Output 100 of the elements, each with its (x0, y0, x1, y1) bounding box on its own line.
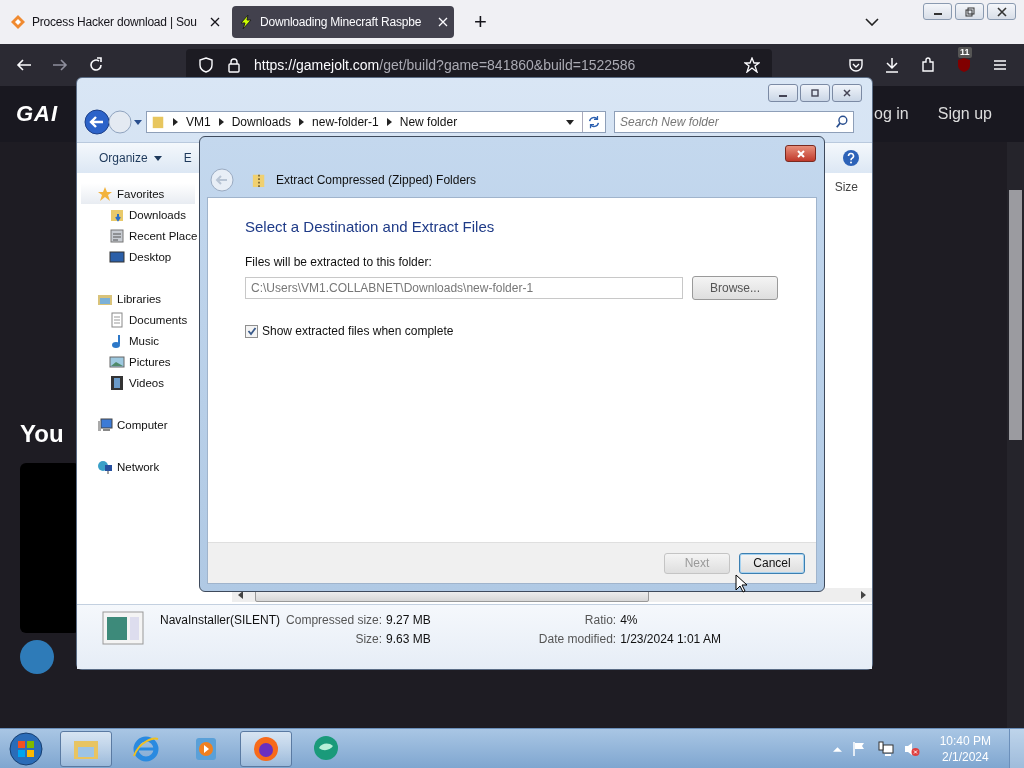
caret-icon (153, 155, 162, 161)
nav-item[interactable]: Network (81, 456, 195, 477)
field-label: Files will be extracted to this folder: (245, 255, 433, 269)
breadcrumb-bar[interactable]: VM1 Downloads new-folder-1 New folder (146, 111, 606, 133)
nav-item[interactable]: Videos (81, 372, 195, 393)
document-icon (109, 311, 125, 328)
dialog-button[interactable]: Cancel (739, 552, 805, 574)
scroll-right-icon[interactable] (861, 591, 866, 599)
nav-item[interactable]: Recent Place (81, 225, 195, 246)
forward-icon[interactable] (52, 57, 68, 73)
detail-label: Size: (354, 632, 383, 646)
nav-item[interactable]: Computer (81, 414, 195, 435)
breadcrumb-item[interactable]: New folder (399, 115, 458, 129)
column-header[interactable]: Size (834, 180, 858, 194)
nav-item[interactable]: Downloads (81, 204, 195, 225)
close-button[interactable] (785, 145, 816, 162)
download-icon[interactable] (884, 57, 900, 73)
menu-icon[interactable] (992, 57, 1008, 73)
browse-button[interactable]: Browse... (692, 276, 778, 300)
star-icon[interactable] (744, 57, 760, 73)
nav-item[interactable]: Libraries (81, 288, 195, 309)
detail-label: Date modified: (538, 632, 617, 646)
nav-item[interactable]: Documents (81, 309, 195, 330)
breadcrumb-item[interactable]: VM1 (186, 115, 211, 129)
back-icon[interactable] (16, 57, 32, 73)
search-field[interactable]: Search New folder (614, 111, 854, 133)
dropdown-arrow-icon[interactable] (566, 119, 574, 125)
nav-item[interactable]: Desktop (81, 246, 195, 267)
start-button[interactable] (8, 730, 44, 767)
network-icon[interactable] (877, 740, 894, 757)
chevron-right-icon[interactable] (299, 118, 305, 126)
refresh-icon (587, 115, 601, 129)
site-logo[interactable]: GAI (16, 101, 59, 127)
close-button[interactable] (832, 84, 862, 102)
detail-value: 4% (620, 613, 639, 627)
destination-field[interactable]: C:\Users\VM1.COLLABNET\Downloads\new-folder-1 (245, 277, 683, 299)
scrollbar-thumb[interactable] (1009, 190, 1022, 440)
new-tab-button[interactable]: + (474, 11, 487, 33)
scrollbar[interactable] (1007, 142, 1024, 728)
close-icon (795, 148, 806, 159)
maximize-button[interactable] (800, 84, 830, 102)
puzzle-icon[interactable] (920, 57, 936, 73)
nav-item[interactable]: Music (81, 330, 195, 351)
chevron-right-icon[interactable] (386, 118, 392, 126)
maximize-icon (810, 88, 820, 98)
diamond-icon (10, 14, 26, 30)
dropdown-arrow-icon[interactable] (134, 119, 142, 125)
nav-item[interactable]: Favorites (81, 183, 195, 204)
breadcrumb-item[interactable]: Downloads (231, 115, 292, 129)
shield-icon[interactable] (198, 57, 214, 73)
star-icon (97, 185, 113, 202)
folder-icon (151, 114, 165, 130)
signup-link[interactable]: Sign up (937, 105, 992, 123)
chevron-right-icon[interactable] (173, 118, 178, 126)
checkbox-label[interactable]: Show extracted files when complete (245, 324, 779, 338)
detail-label: Ratio: (583, 613, 617, 627)
nav-item[interactable]: Pictures (81, 351, 195, 372)
tab-title: Process Hacker download | Sou (32, 15, 198, 29)
close-icon (996, 6, 1007, 17)
help-icon[interactable] (842, 149, 860, 167)
zip-folder-icon (252, 172, 266, 188)
login-link[interactable]: og in (874, 105, 909, 123)
detail-label: Compressed size: (286, 613, 383, 627)
taskbar-button[interactable] (60, 730, 112, 767)
picture-icon (109, 353, 125, 370)
muted-speaker-icon[interactable] (903, 740, 920, 757)
close-icon (842, 88, 852, 98)
minimize-icon (933, 13, 942, 15)
scroll-left-icon[interactable] (238, 591, 243, 599)
minimize-icon (779, 94, 787, 97)
back-button[interactable] (84, 109, 110, 135)
clock-time: 10:40 PM (939, 733, 991, 748)
reload-icon[interactable] (88, 57, 104, 73)
lightning-icon (238, 14, 254, 30)
chevron-down-icon[interactable] (864, 18, 879, 26)
recent-places-icon (109, 227, 125, 244)
dialog-heading: Select a Destination and Extract Files (245, 218, 496, 235)
close-icon[interactable] (210, 17, 220, 27)
taskbar-button[interactable] (240, 730, 292, 767)
minimize-button[interactable] (923, 3, 952, 20)
minimize-button[interactable] (768, 84, 798, 102)
toolbar-button[interactable]: Organize (99, 151, 164, 165)
breadcrumb-item[interactable]: new-folder-1 (312, 115, 379, 129)
search-icon (835, 115, 849, 129)
lock-icon[interactable] (226, 57, 242, 73)
close-button[interactable] (987, 3, 1016, 20)
pocket-icon[interactable] (848, 57, 864, 73)
computer-icon (97, 416, 113, 433)
restore-icon (964, 6, 975, 17)
detail-value: 9.27 MB (386, 613, 431, 627)
film-icon (109, 374, 125, 391)
chevron-right-icon[interactable] (218, 118, 224, 126)
restore-button[interactable] (955, 3, 984, 20)
badge: 11 (958, 47, 972, 58)
clock-date: 2/1/2024 (941, 749, 989, 764)
browser-tab[interactable]: Process Hacker download | Sou (4, 6, 226, 38)
tab-title: Downloading Minecraft Raspbe (260, 15, 423, 29)
checkbox[interactable] (245, 324, 258, 338)
browser-tab[interactable]: Downloading Minecraft Raspbe (232, 6, 454, 38)
toolbar-button[interactable]: E (183, 151, 192, 165)
